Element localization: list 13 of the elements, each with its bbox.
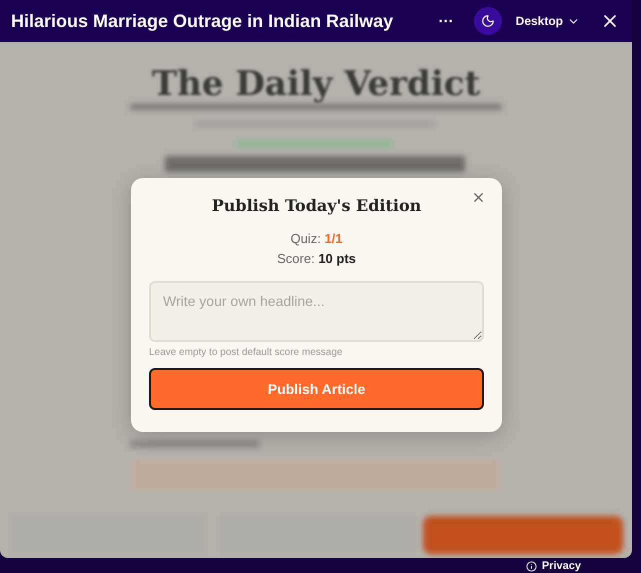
info-icon: [526, 560, 537, 572]
hint-text: Leave empty to post default score message: [149, 347, 342, 358]
privacy-link[interactable]: Privacy: [526, 560, 581, 572]
stat-line: Quiz: 1/1: [290, 230, 343, 248]
more-button[interactable]: ···: [438, 12, 454, 30]
moon-icon: [480, 14, 495, 28]
view-dropdown[interactable]: Desktop: [516, 14, 580, 28]
stat-line: Score: 10 pts: [277, 250, 356, 268]
headline-field[interactable]: Write your own headline...: [149, 281, 484, 342]
window-title: Hilarious Marriage Outrage in Indian Railway: [11, 10, 394, 32]
theme-button[interactable]: [474, 7, 502, 35]
dialog-title: Publish Today's Edition: [212, 196, 422, 215]
masthead-title: The Daily Verdict: [150, 63, 482, 104]
